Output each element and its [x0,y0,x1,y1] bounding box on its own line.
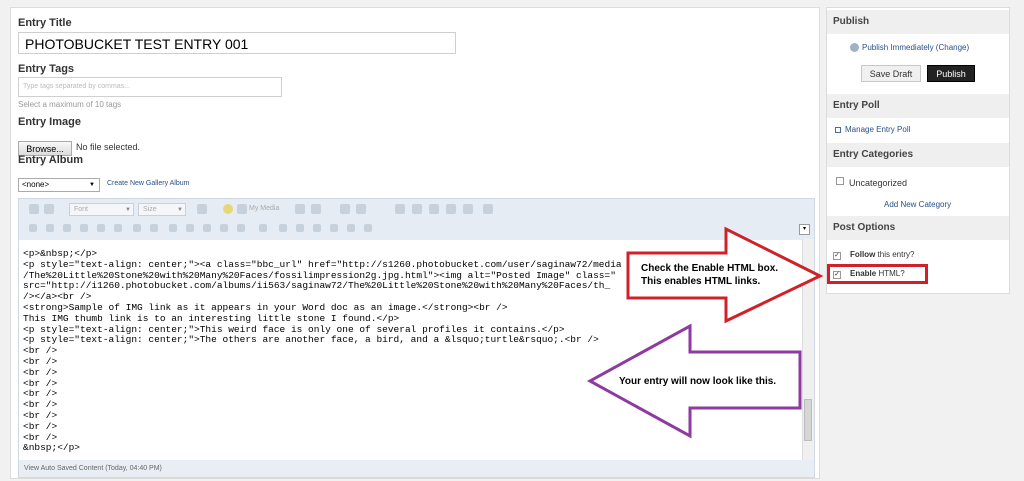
annotation-overlay [586,226,824,439]
red-arrow-line-2: This enables HTML links. [641,276,761,287]
purple-arrow-text: Your entry will now look like this. [619,376,777,387]
red-arrow-line-1: Check the Enable HTML box. [641,263,779,274]
red-arrow-text: Check the Enable HTML box. This enables … [641,262,778,288]
